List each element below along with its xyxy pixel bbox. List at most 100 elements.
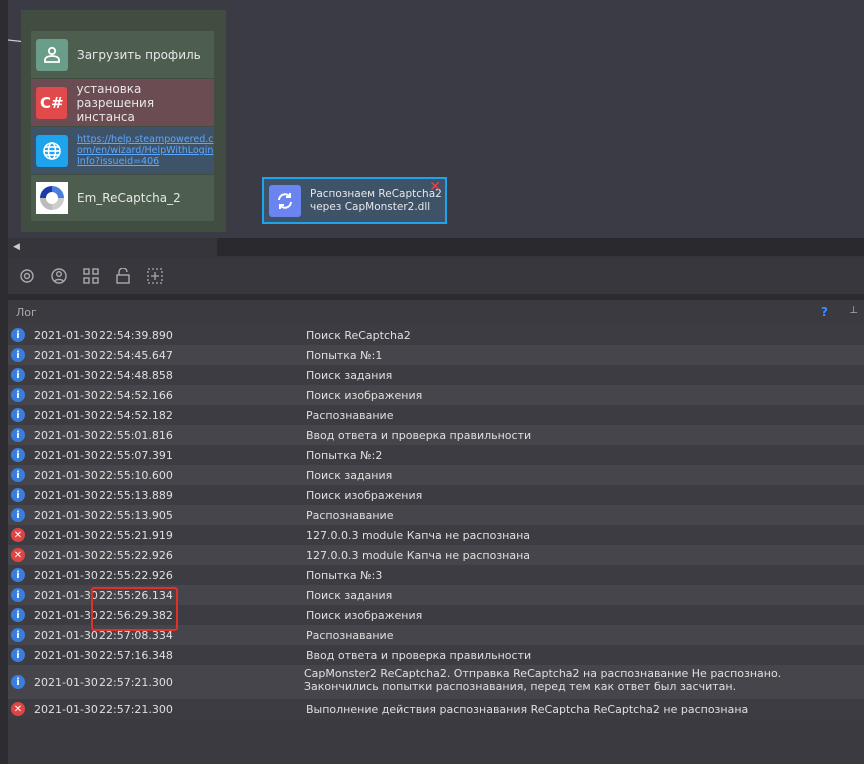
log-message: Ввод ответа и проверка правильности (306, 649, 532, 662)
log-message: Поиск изображения (306, 609, 423, 622)
log-message: Ввод ответа и проверка правильности (306, 429, 532, 442)
log-row[interactable]: i 2021-01-30 22:54:45.647 Попытка №:1 (8, 345, 864, 365)
log-header: Лог ? ⊥ (8, 300, 864, 325)
log-message: 127.0.0.3 module Капча не распознана (306, 529, 531, 542)
log-list: i 2021-01-30 22:54:39.890 Поиск ReCaptch… (8, 325, 864, 719)
log-date: 2021-01-30 (34, 489, 98, 502)
log-date: 2021-01-30 (34, 469, 98, 482)
close-icon[interactable]: ✕ (429, 179, 441, 195)
log-title: Лог (16, 306, 37, 319)
scroll-left-arrow-icon[interactable]: ◀ (13, 242, 20, 252)
user-circle-icon[interactable] (50, 267, 68, 285)
error-icon: ✕ (11, 528, 25, 542)
info-icon: i (11, 428, 25, 442)
info-icon: i (11, 608, 25, 622)
log-date: 2021-01-30 (34, 529, 98, 542)
label-line: через CapMonster2.dll (310, 200, 431, 213)
log-time: 22:57:21.300 (99, 676, 173, 689)
block-recaptcha[interactable]: Em_ReCaptcha_2 (31, 175, 214, 221)
info-icon: i (11, 348, 25, 362)
info-icon: i (11, 648, 25, 662)
log-row[interactable]: i 2021-01-30 22:55:01.816 Ввод ответа и … (8, 425, 864, 445)
log-time: 22:55:22.926 (99, 549, 173, 562)
log-time: 22:55:22.926 (99, 569, 173, 582)
log-message: Поиск задания (306, 589, 393, 602)
lock-icon[interactable] (114, 267, 132, 285)
log-row[interactable]: i 2021-01-30 22:55:10.600 Поиск задания (8, 465, 864, 485)
log-message: Поиск задания (306, 469, 393, 482)
log-row[interactable]: i 2021-01-30 22:55:07.391 Попытка №:2 (8, 445, 864, 465)
log-time: 22:54:45.647 (99, 349, 173, 362)
info-icon: i (11, 328, 25, 342)
log-row[interactable]: ✕ 2021-01-30 22:55:21.919 127.0.0.3 modu… (8, 525, 864, 545)
log-message: Поиск задания (306, 369, 393, 382)
log-message: Распознавание (306, 409, 394, 422)
log-date: 2021-01-30 (34, 609, 98, 622)
log-date: 2021-01-30 (34, 703, 98, 716)
globe-icon (36, 134, 68, 167)
info-icon: i (11, 508, 25, 522)
log-row[interactable]: i 2021-01-30 22:55:13.889 Поиск изображе… (8, 485, 864, 505)
info-icon: i (11, 448, 25, 462)
log-row[interactable]: i 2021-01-30 22:54:52.166 Поиск изображе… (8, 385, 864, 405)
pin-icon[interactable]: ⊥ (849, 305, 858, 316)
log-message: Распознавание (306, 509, 394, 522)
help-icon[interactable]: ? (821, 305, 828, 319)
log-row[interactable]: i 2021-01-30 22:57:21.300 CapMonster2 Re… (8, 665, 864, 699)
log-date: 2021-01-30 (34, 509, 98, 522)
log-message: Поиск изображения (306, 489, 423, 502)
info-icon: i (11, 628, 25, 642)
left-edge (0, 0, 8, 764)
block-url[interactable]: https://help.steampowered.c om/en/wizard/… (31, 127, 214, 174)
log-row[interactable]: ✕ 2021-01-30 22:55:22.926 127.0.0.3 modu… (8, 545, 864, 565)
user-icon (36, 38, 68, 71)
log-date: 2021-01-30 (34, 549, 98, 562)
url-line[interactable]: https://help.steampowered.c (77, 134, 213, 145)
error-icon: ✕ (11, 548, 25, 562)
canvas-toolbar (8, 258, 864, 294)
label-line: установка (76, 81, 142, 96)
log-message: Попытка №:2 (306, 449, 383, 462)
log-message: 127.0.0.3 module Капча не распознана (306, 549, 531, 562)
grid-icon[interactable] (82, 267, 100, 285)
info-icon: i (11, 568, 25, 582)
log-time: 22:54:52.182 (99, 409, 173, 422)
log-time: 22:55:07.391 (99, 449, 173, 462)
captcha-node-selected[interactable]: Распознаем ReCaptcha2 через CapMonster2.d… (262, 177, 447, 224)
add-block-icon[interactable] (146, 267, 164, 285)
log-row[interactable]: i 2021-01-30 22:54:39.890 Поиск ReCaptch… (8, 325, 864, 345)
log-row[interactable]: i 2021-01-30 22:54:48.858 Поиск задания (8, 365, 864, 385)
scrollbar-track[interactable] (217, 238, 864, 256)
block-label: Загрузить профиль (77, 47, 201, 62)
url-line[interactable]: Info?issueid=406 (77, 156, 213, 167)
log-time: 22:54:52.166 (99, 389, 173, 402)
log-row[interactable]: i 2021-01-30 22:55:13.905 Распознавание (8, 505, 864, 525)
url-link[interactable]: https://help.steampowered.c om/en/wizard/… (77, 134, 213, 167)
log-row[interactable]: i 2021-01-30 22:55:22.926 Попытка №:3 (8, 565, 864, 585)
info-icon: i (11, 368, 25, 382)
block-label: установка разрешения инстанса (76, 82, 214, 124)
block-load-profile[interactable]: Загрузить профиль (31, 31, 214, 78)
log-row[interactable]: i 2021-01-30 22:54:52.182 Распознавание (8, 405, 864, 425)
log-date: 2021-01-30 (34, 409, 98, 422)
log-time: 22:55:13.889 (99, 489, 173, 502)
url-line[interactable]: om/en/wizard/HelpWithLogin (77, 145, 213, 156)
log-time: 22:54:39.890 (99, 329, 173, 342)
log-row[interactable]: i 2021-01-30 22:57:16.348 Ввод ответа и … (8, 645, 864, 665)
log-date: 2021-01-30 (34, 629, 98, 642)
label-line: Распознаем ReCaptcha2 (310, 187, 442, 200)
gear-icon[interactable] (18, 267, 36, 285)
log-message: Распознавание (306, 629, 394, 642)
block-csharp[interactable]: C# установка разрешения инстанса (31, 79, 214, 126)
log-time: 22:55:10.600 (99, 469, 173, 482)
info-icon: i (11, 468, 25, 482)
log-message: Попытка №:1 (306, 349, 383, 362)
log-message: CapMonster2 ReCaptcha2. Отправка ReCaptc… (304, 667, 782, 693)
block-label: Em_ReCaptcha_2 (77, 191, 181, 205)
highlight-box (91, 587, 178, 631)
info-icon: i (11, 675, 25, 689)
log-message: Попытка №:3 (306, 569, 383, 582)
log-row[interactable]: ✕ 2021-01-30 22:57:21.300 Выполнение дей… (8, 699, 864, 719)
log-date: 2021-01-30 (34, 389, 98, 402)
refresh-icon (269, 184, 301, 217)
